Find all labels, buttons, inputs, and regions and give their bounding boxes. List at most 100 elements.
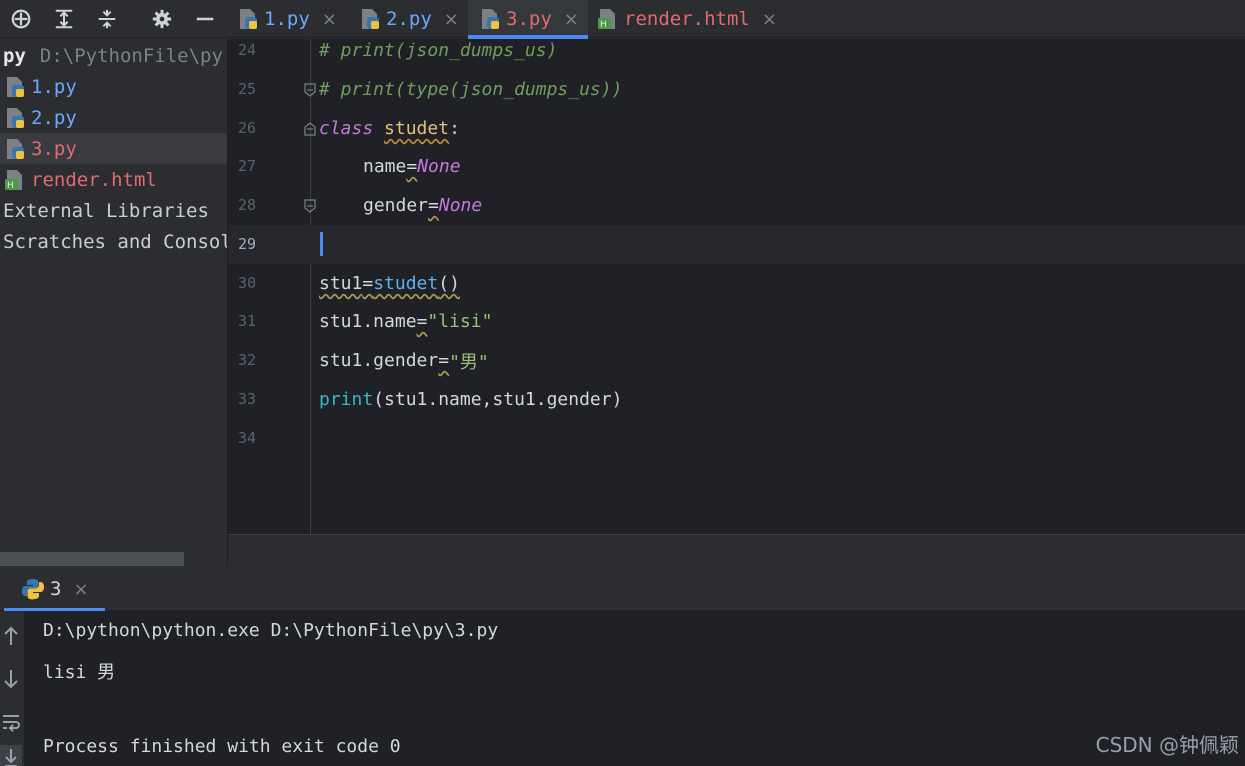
builtin-function: print [319, 389, 374, 410]
watermark: CSDN @钟佩颖 [1095, 733, 1239, 757]
comment: # print(json_dumps_us) [319, 40, 558, 61]
comment: # print(type(json_dumps_us)) [319, 79, 623, 100]
close-icon[interactable]: × [322, 9, 337, 30]
code-line: 26 class studet: [228, 109, 1245, 148]
class-name: studet [384, 118, 450, 139]
line-number: 27 [237, 157, 256, 175]
identifier: gender [363, 195, 429, 216]
python-file-icon [240, 9, 257, 29]
console-line-output: lisi 男 [43, 662, 116, 683]
code-line: 31 stu1.name = "lisi" [228, 302, 1245, 341]
svg-text:H: H [600, 20, 607, 30]
keyword: None [417, 156, 461, 177]
python-file-icon [7, 76, 24, 97]
fold-start-icon[interactable] [304, 122, 316, 136]
line-number: 33 [237, 390, 256, 408]
project-toolbar [0, 0, 228, 38]
punctuation: : [449, 118, 460, 139]
line-number: 32 [237, 351, 256, 369]
tab-label: 1.py [264, 8, 310, 30]
code-line: 30 stu1 = studet() [228, 264, 1245, 303]
expand-all-icon[interactable] [47, 0, 81, 38]
arrow-down-icon[interactable] [0, 666, 22, 692]
keyword: class [319, 118, 374, 139]
line-number: 34 [237, 429, 256, 447]
run-console[interactable]: D:\python\python.exe D:\PythonFile\py\3.… [24, 611, 1245, 766]
tree-item-3-py[interactable]: 3.py [0, 133, 227, 164]
function-call: studet [373, 273, 439, 294]
horizontal-scrollbar[interactable] [0, 552, 184, 566]
code-text: # print(type(json_dumps_us)) [319, 70, 622, 109]
operator: = [362, 273, 374, 294]
tab-label: render.html [624, 8, 750, 30]
code-line: 25 # print(type(json_dumps_us)) [228, 70, 1245, 109]
close-icon[interactable]: × [444, 9, 459, 30]
tree-item-label: 2.py [31, 106, 77, 129]
code-line: 32 stu1.gender = "男" [228, 341, 1245, 380]
string-literal: "lisi" [427, 311, 493, 332]
fold-end-icon[interactable] [304, 83, 316, 97]
punctuation: () [438, 273, 460, 294]
python-file-icon [482, 9, 499, 29]
code-text: stu1.gender = "男" [319, 341, 489, 380]
code-line: 34 [228, 419, 1245, 458]
run-side-toolbar [0, 611, 24, 766]
tab-2-py[interactable]: 2.py × [360, 0, 478, 38]
code-line: 28 gender = None [228, 186, 1245, 225]
code-text: # print(json_dumps_us) [319, 39, 557, 70]
editor-tab-bar: 1.py × 2.py × 3.py × H render.html × [228, 0, 1245, 39]
tree-item-1-py[interactable]: 1.py [0, 71, 227, 102]
tree-root[interactable]: py D:\PythonFile\py [0, 40, 227, 71]
string-literal: "男" [449, 351, 489, 373]
code-text: name = None [363, 147, 461, 186]
code-line-current: 29 [228, 225, 1245, 264]
close-icon[interactable]: × [564, 9, 579, 30]
tree-item-scratches[interactable]: Scratches and Consoles [0, 226, 227, 257]
close-icon[interactable]: × [73, 579, 88, 600]
tab-1-py[interactable]: 1.py × [238, 0, 356, 38]
scroll-to-end-icon[interactable] [0, 745, 22, 766]
operator: = [428, 195, 439, 216]
operator: = [416, 311, 428, 332]
tree-item-label: External Libraries [3, 199, 209, 222]
code-line: 24 # print(json_dumps_us) [228, 39, 1245, 70]
collapse-all-icon[interactable] [90, 0, 124, 38]
line-number: 31 [237, 312, 256, 330]
tree-item-label: 1.py [31, 75, 77, 98]
identifier: stu1 [319, 273, 363, 294]
arguments: (stu1.name,stu1.gender) [373, 389, 623, 410]
run-tool-window-header: 3 × [0, 567, 1245, 612]
project-path: D:\PythonFile\py [39, 44, 223, 67]
line-number: 24 [237, 41, 256, 59]
tab-3-py[interactable]: 3.py × [468, 0, 588, 39]
run-tab-3[interactable]: 3 × [4, 567, 105, 612]
code-text: class studet: [319, 109, 460, 148]
fold-end-icon[interactable] [304, 199, 316, 213]
run-tab-label: 3 [50, 578, 62, 600]
tree-item-external-libraries[interactable]: External Libraries [0, 195, 227, 226]
line-number: 25 [237, 80, 256, 98]
line-number: 30 [237, 274, 256, 292]
tree-item-render-html[interactable]: H render.html [0, 164, 227, 195]
minimize-icon[interactable] [188, 0, 222, 38]
console-line-exit: Process finished with exit code 0 [43, 736, 401, 757]
line-number: 29 [237, 235, 256, 253]
tree-item-2-py[interactable]: 2.py [0, 102, 227, 133]
close-icon[interactable]: × [762, 9, 777, 30]
tab-label: 2.py [386, 8, 432, 30]
python-file-icon [7, 107, 24, 128]
gear-icon[interactable] [145, 0, 179, 38]
arrow-up-icon[interactable] [0, 623, 22, 649]
soft-wrap-icon[interactable] [0, 709, 22, 735]
svg-text:H: H [7, 181, 14, 191]
identifier: stu1.gender [319, 350, 439, 371]
tree-item-label: 3.py [31, 137, 77, 160]
code-editor[interactable]: 24 # print(json_dumps_us) 25 # print(typ… [228, 39, 1245, 534]
tree-item-label: render.html [31, 168, 157, 191]
python-file-icon [362, 9, 379, 29]
crosshair-icon[interactable] [4, 0, 38, 38]
tab-render-html[interactable]: H render.html × [598, 0, 798, 38]
html-file-icon: H [598, 9, 615, 30]
tab-label: 3.py [506, 8, 552, 30]
tree-item-label: Scratches and Consoles [3, 230, 227, 253]
